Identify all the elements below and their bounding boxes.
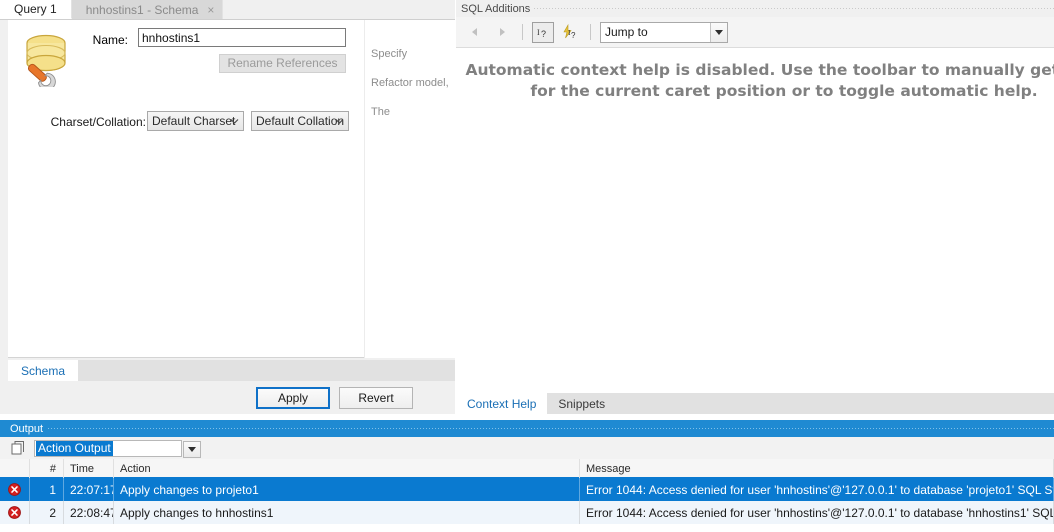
apply-button[interactable]: Apply bbox=[256, 386, 330, 409]
tab-schema-label: Schema bbox=[21, 363, 66, 378]
charset-select[interactable]: Default Charset bbox=[147, 111, 244, 131]
schema-editor-pane: Query 1 hnhostins1 - Schema × Name: hnho… bbox=[0, 0, 455, 414]
status-error-icon bbox=[0, 478, 30, 501]
status-error-icon bbox=[0, 501, 30, 524]
apply-button-label: Apply bbox=[277, 390, 309, 405]
chevron-down-icon bbox=[230, 119, 239, 124]
jump-to-select[interactable]: Jump to bbox=[600, 21, 728, 43]
row-time: 22:08:47 bbox=[64, 501, 114, 524]
column-header-message: Message bbox=[580, 459, 1054, 478]
name-label: Name: bbox=[92, 33, 128, 47]
toolbar-separator-2 bbox=[590, 24, 591, 40]
sql-additions-title: SQL Additions bbox=[456, 2, 534, 15]
row-action: Apply changes to hnhostins1 bbox=[114, 501, 580, 524]
output-action-table: # Time Action Message 1 22:07:17 Apply c… bbox=[0, 459, 1054, 532]
row-number: 1 bbox=[30, 478, 64, 501]
output-type-value: Action Output bbox=[36, 440, 113, 456]
schema-editor-form: Name: Rename References Charset/Collatio… bbox=[8, 20, 455, 358]
tab-query-1-label: Query 1 bbox=[14, 2, 57, 16]
toolbar-separator bbox=[522, 24, 523, 40]
help-line-2: Refactor model, bbox=[371, 77, 449, 90]
sql-additions-pane: SQL Additions I ? I ? Jump to Automatic … bbox=[456, 0, 1054, 414]
tab-snippets-label: Snippets bbox=[558, 396, 606, 411]
table-row[interactable]: 1 22:07:17 Apply changes to projeto1 Err… bbox=[0, 478, 1054, 501]
row-number: 2 bbox=[30, 501, 64, 524]
column-header-time: Time bbox=[64, 459, 114, 478]
editor-help-column: Specify Refactor model, The bbox=[364, 20, 455, 358]
editor-tab-bar: Query 1 hnhostins1 - Schema × bbox=[0, 0, 455, 20]
editor-action-buttons: Apply Revert bbox=[8, 381, 455, 414]
copy-rows-icon[interactable] bbox=[10, 440, 28, 457]
revert-button[interactable]: Revert bbox=[339, 386, 413, 409]
output-toolbar: Action Output bbox=[0, 437, 1054, 459]
output-panel: Output Action Output # Time Action Messa… bbox=[0, 420, 1054, 532]
output-dotted-rule bbox=[0, 428, 1054, 429]
revert-button-label: Revert bbox=[358, 390, 394, 405]
collation-select-value: Default Collation bbox=[256, 114, 345, 128]
help-line-3: The bbox=[371, 106, 390, 119]
sql-additions-tabstrip: Context Help Snippets bbox=[456, 393, 1054, 414]
context-help-message: Automatic context help is disabled. Use … bbox=[465, 61, 1054, 100]
column-header-status bbox=[0, 459, 30, 478]
table-row[interactable]: 2 22:08:47 Apply changes to hnhostins1 E… bbox=[0, 501, 1054, 524]
back-button[interactable] bbox=[464, 21, 486, 43]
charset-collation-label: Charset/Collation: bbox=[50, 115, 146, 129]
help-line-1: Specify bbox=[371, 48, 408, 60]
row-message: Error 1044: Access denied for user 'hnho… bbox=[580, 478, 1054, 501]
sql-additions-header: SQL Additions bbox=[456, 0, 1054, 17]
chevron-down-icon[interactable] bbox=[183, 440, 201, 458]
output-title: Output bbox=[0, 422, 48, 435]
column-header-number: # bbox=[30, 459, 64, 478]
sql-additions-toolbar: I ? I ? Jump to bbox=[456, 17, 1054, 48]
chevron-down-icon[interactable] bbox=[710, 22, 727, 42]
automatic-context-help-icon[interactable]: I ? bbox=[559, 22, 581, 43]
jump-to-value: Jump to bbox=[605, 25, 648, 39]
forward-button[interactable] bbox=[491, 21, 513, 43]
row-message: Error 1044: Access denied for user 'hnho… bbox=[580, 501, 1054, 524]
tab-context-help-label: Context Help bbox=[467, 396, 537, 411]
schema-name-input[interactable] bbox=[138, 28, 346, 47]
output-panel-header: Output bbox=[0, 420, 1054, 437]
svg-text:?: ? bbox=[571, 31, 576, 40]
context-help-icon[interactable]: I ? bbox=[532, 21, 554, 43]
tab-query-1[interactable]: Query 1 bbox=[0, 0, 72, 19]
chevron-down-icon bbox=[335, 119, 344, 124]
header-dotted-rule bbox=[456, 8, 1054, 9]
column-header-action: Action bbox=[114, 459, 580, 478]
close-icon[interactable]: × bbox=[207, 4, 214, 16]
arrow-right-icon bbox=[500, 28, 505, 36]
charset-select-value: Default Charset bbox=[152, 114, 236, 128]
mysql-workbench-window: Query 1 hnhostins1 - Schema × Name: hnho… bbox=[0, 0, 1054, 532]
arrow-left-icon bbox=[472, 28, 477, 36]
row-time: 22:07:17 bbox=[64, 478, 114, 501]
tab-context-help[interactable]: Context Help bbox=[456, 393, 548, 414]
context-help-body: Automatic context help is disabled. Use … bbox=[456, 49, 1054, 389]
collation-select[interactable]: Default Collation bbox=[251, 111, 349, 131]
output-type-select[interactable]: Action Output bbox=[34, 439, 201, 458]
tab-snippets[interactable]: Snippets bbox=[547, 393, 617, 414]
tab-schema[interactable]: Schema bbox=[8, 360, 79, 381]
schema-bottom-tabstrip: Schema bbox=[8, 360, 455, 381]
rename-references-label: Rename References bbox=[227, 56, 338, 70]
row-action: Apply changes to projeto1 bbox=[114, 478, 580, 501]
svg-text:?: ? bbox=[541, 29, 546, 39]
svg-text:I: I bbox=[537, 28, 540, 37]
tab-hnhostins1-schema-label: hnhostins1 - Schema bbox=[85, 2, 199, 17]
table-header-row: # Time Action Message bbox=[0, 459, 1054, 478]
rename-references-button: Rename References bbox=[219, 54, 346, 73]
tab-hnhostins1-schema[interactable]: hnhostins1 - Schema × bbox=[71, 0, 224, 19]
